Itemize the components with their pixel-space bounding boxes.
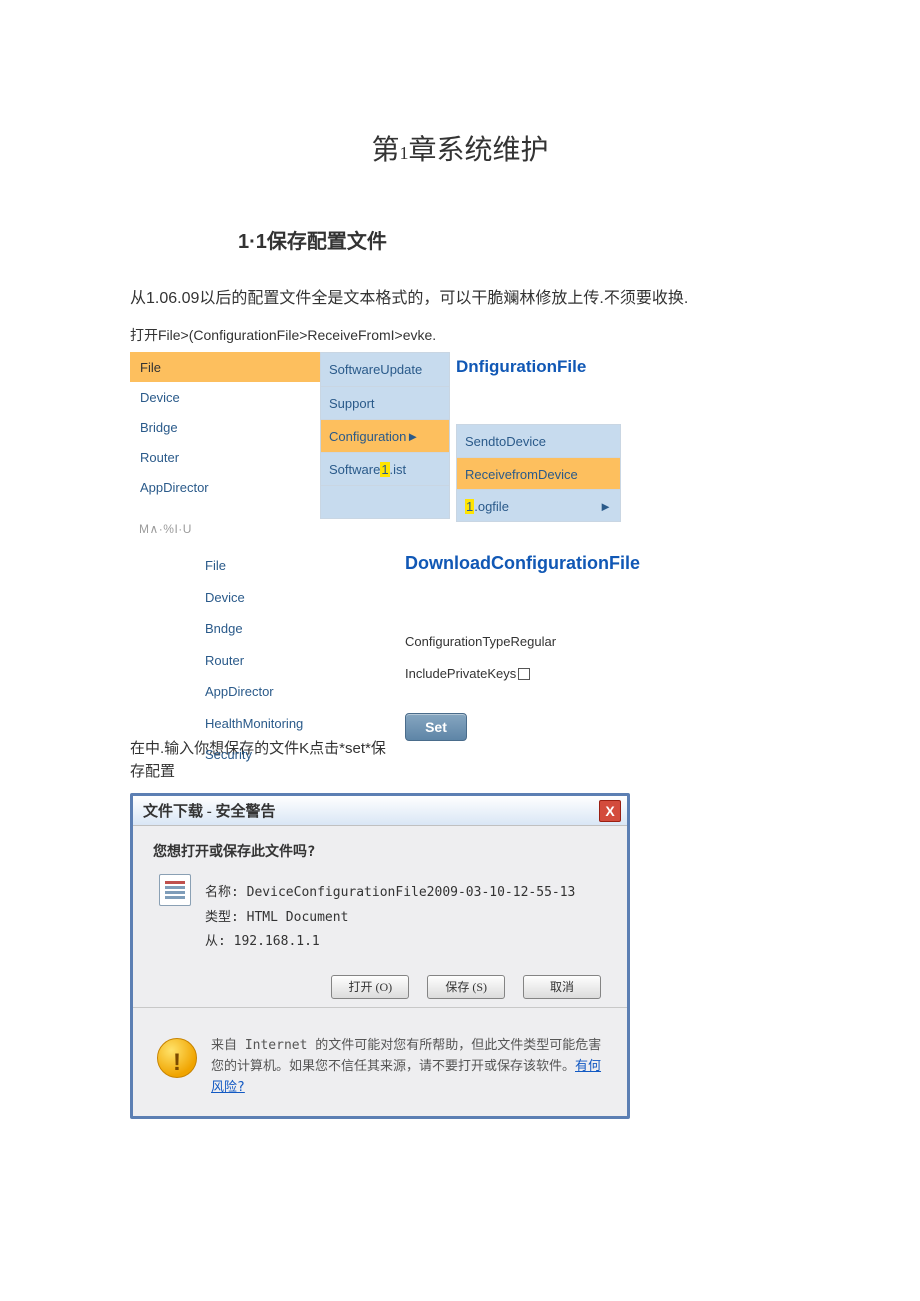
configfile-heading: DnfigurationFile: [456, 354, 586, 380]
chapter-title: 第1章系统维护: [130, 130, 790, 172]
nav2-appdirector[interactable]: AppDirector: [205, 676, 375, 708]
warning-icon: [157, 1038, 197, 1078]
menu-a-device[interactable]: Device: [130, 382, 320, 412]
nav2-bridge[interactable]: Bndge: [205, 613, 375, 645]
open-path: 打开File>(ConfigurationFile>ReceiveFromI>e…: [130, 325, 790, 346]
cancel-button[interactable]: 取消: [523, 975, 601, 999]
download-panel-block: File Device Bndge Router AppDirector Hea…: [130, 550, 790, 760]
menu-c-receive[interactable]: ReceivefromDevice: [457, 457, 620, 489]
dialog-title: 文件下载 - 安全警告: [133, 796, 627, 826]
ghost-text: M∧·%I·U: [139, 520, 192, 538]
menu-b-configuration[interactable]: Configuration►: [321, 419, 449, 452]
menu-a-router[interactable]: Router: [130, 442, 320, 472]
download-title: DownloadConfigurationFile: [405, 550, 775, 577]
file-download-dialog: 文件下载 - 安全警告 X 您想打开或保存此文件吗? 名称: DeviceCon…: [130, 793, 630, 1119]
section-title: 1·1保存配置文件: [238, 227, 790, 257]
menu-a-bridge[interactable]: Bridge: [130, 412, 320, 442]
include-privatekeys-row: IncludePrivateKeys: [405, 664, 775, 684]
menu-col-b: SoftwareUpdate Support Configuration► So…: [320, 352, 450, 519]
menu-b-softwareupdate[interactable]: SoftwareUpdate: [321, 353, 449, 386]
intro-paragraph: 从1.06.09以后的配置文件全是文本格式的，可以干脆斓林修放上传.不须要收换.: [130, 287, 790, 311]
chevron-right-icon: ►: [599, 497, 612, 517]
nav-list-2: File Device Bndge Router AppDirector Hea…: [205, 550, 375, 771]
dialog-warning: 来自 Internet 的文件可能对您有所帮助，但此文件类型可能危害您的计算机。…: [133, 1022, 627, 1116]
privatekeys-checkbox[interactable]: [518, 668, 530, 680]
nav2-healthmonitoring[interactable]: HealthMonitoring: [205, 708, 375, 740]
dialog-question: 您想打开或保存此文件吗?: [153, 842, 607, 863]
nav2-device[interactable]: Device: [205, 582, 375, 614]
dialog-buttons: 打开 (O) 保存 (S) 取消: [159, 975, 601, 999]
save-button[interactable]: 保存 (S): [427, 975, 505, 999]
open-button[interactable]: 打开 (O): [331, 975, 409, 999]
nav2-security[interactable]: Security: [205, 739, 375, 771]
menu-c-logfile[interactable]: 1.ogfile►: [457, 489, 620, 521]
menu-b-softwarelist[interactable]: Software1.ist: [321, 452, 449, 485]
nav2-file[interactable]: File: [205, 550, 375, 582]
nav2-router[interactable]: Router: [205, 645, 375, 677]
menu-b-support[interactable]: Support: [321, 386, 449, 419]
menu-b-empty: [321, 485, 449, 518]
menu-c-send[interactable]: SendtoDevice: [457, 425, 620, 457]
dialog-file-info: 名称: DeviceConfigurationFile2009-03-10-12…: [205, 881, 607, 955]
menu-a-appdirector[interactable]: AppDirector: [130, 472, 320, 502]
menu-a-file[interactable]: File: [130, 352, 320, 382]
set-button[interactable]: Set: [405, 713, 467, 741]
menu-col-c: SendtoDevice ReceivefromDevice 1.ogfile►: [456, 424, 621, 522]
configuration-type-row: ConfigurationTypeRegular: [405, 632, 775, 652]
menu-col-a: File Device Bridge Router AppDirector: [130, 352, 320, 502]
menu-cascade-1: File Device Bridge Router AppDirector M∧…: [130, 352, 790, 532]
download-config-panel: DownloadConfigurationFile ConfigurationT…: [405, 550, 775, 741]
close-icon[interactable]: X: [599, 800, 621, 822]
document-icon: [159, 874, 191, 906]
